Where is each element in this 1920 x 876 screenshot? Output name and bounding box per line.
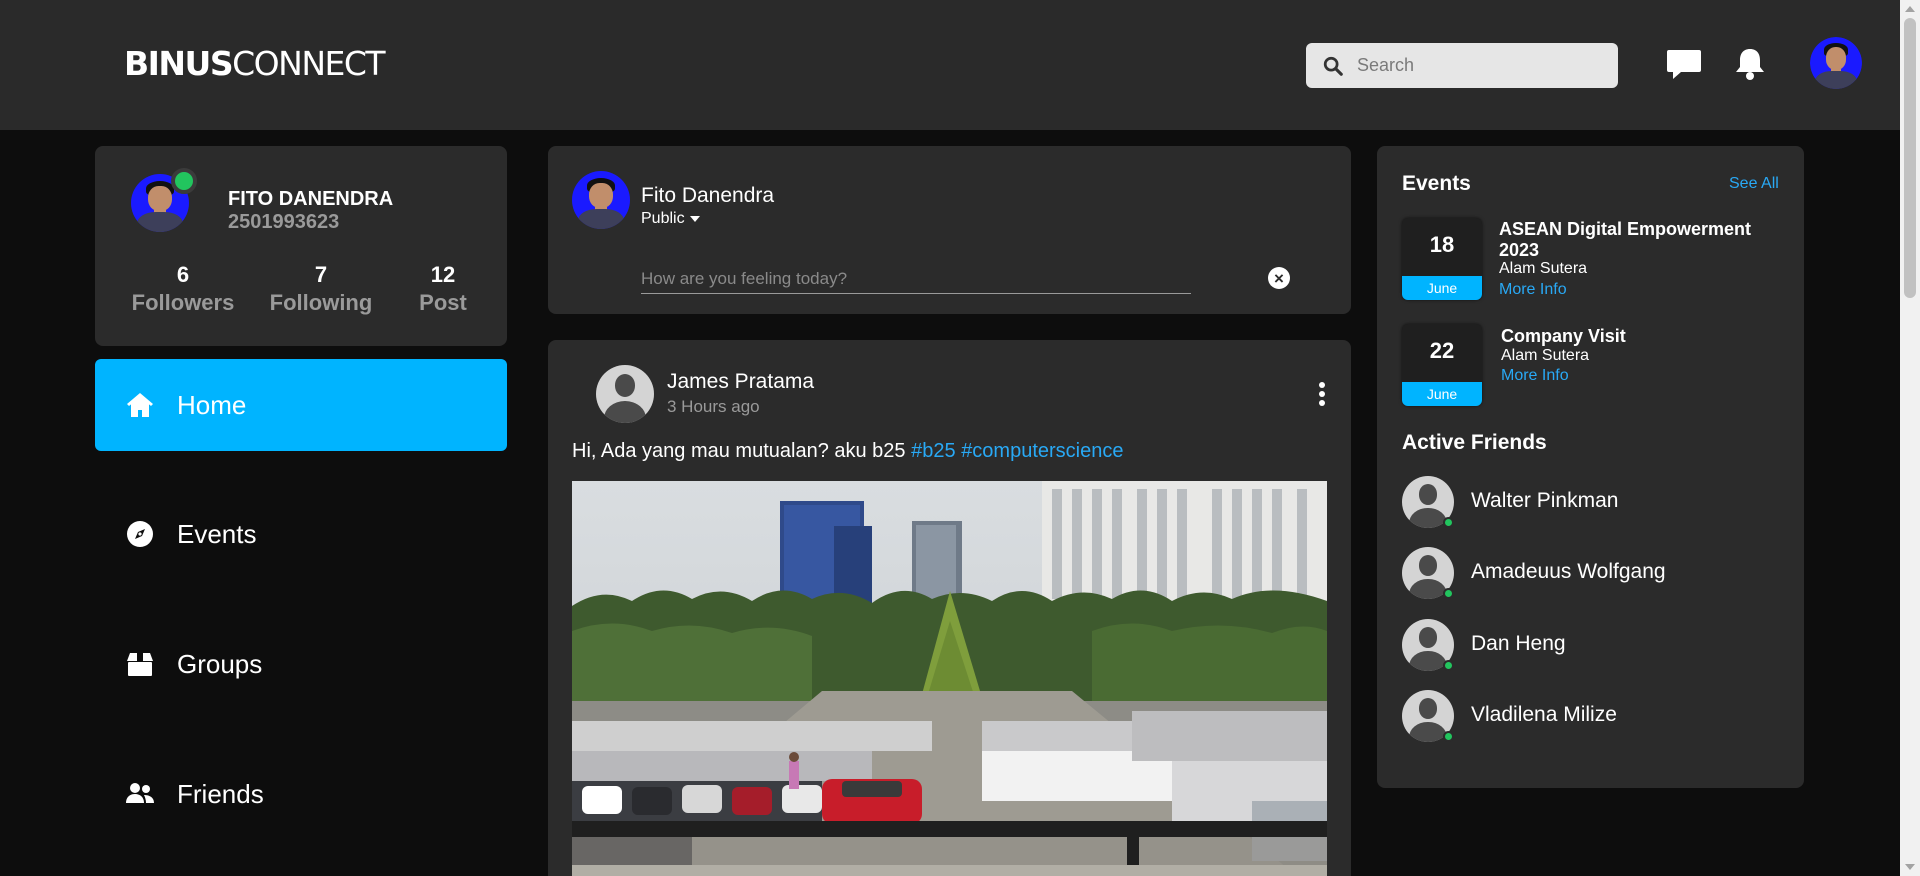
bell-icon[interactable] <box>1732 46 1768 82</box>
event-month: June <box>1402 382 1482 406</box>
caret-down-icon <box>689 216 700 222</box>
post-author-name[interactable]: James Pratama <box>667 370 814 394</box>
chat-icon[interactable] <box>1666 46 1702 82</box>
search-icon <box>1323 56 1343 76</box>
event-title[interactable]: ASEAN Digital Empowerment 2023 <box>1499 219 1789 261</box>
status-input[interactable] <box>641 264 1191 294</box>
online-status-indicator <box>1443 731 1454 742</box>
post-author-avatar[interactable] <box>596 365 654 423</box>
nav-label: Friends <box>177 778 264 809</box>
post-timestamp: 3 Hours ago <box>667 397 760 416</box>
logo[interactable]: BINUSCONNECT <box>124 44 386 83</box>
header-user-avatar[interactable] <box>1810 37 1862 89</box>
stat-value: 6 <box>176 262 190 287</box>
visibility-label: Public <box>641 210 685 227</box>
compass-icon <box>127 521 153 547</box>
event-title[interactable]: Company Visit <box>1501 326 1781 347</box>
right-sidebar: Events See All 18 June ASEAN Digital Emp… <box>1377 146 1804 788</box>
composer-name: Fito Danendra <box>641 184 775 207</box>
nav-item-events[interactable]: Events <box>95 488 507 580</box>
profile-name[interactable]: FITO DANENDRA <box>228 188 393 211</box>
event-date-badge: 22 June <box>1402 324 1482 406</box>
post-body-text: Hi, Ada yang mau mutualan? aku b25 <box>572 440 906 462</box>
nav-item-home[interactable]: Home <box>95 359 507 451</box>
online-status-indicator <box>1443 517 1454 528</box>
event-place: Alam Sutera <box>1501 347 1590 364</box>
clear-close-icon[interactable]: × <box>1268 267 1290 289</box>
page-scrollbar[interactable] <box>1900 0 1920 876</box>
stat-post[interactable]: 12 Post <box>408 262 478 316</box>
nav-item-groups[interactable]: Groups <box>95 618 507 710</box>
online-status-indicator <box>171 168 197 194</box>
profile-id: 2501993623 <box>228 211 340 233</box>
event-day: 22 <box>1429 338 1455 363</box>
friend-name: Dan Heng <box>1471 632 1566 655</box>
visibility-dropdown[interactable]: Public <box>641 210 700 228</box>
feed-post: James Pratama 3 Hours ago Hi, Ada yang m… <box>548 340 1351 876</box>
home-icon <box>127 393 153 417</box>
post-composer: Fito Danendra Public × <box>548 146 1351 314</box>
active-friend-item[interactable]: Amadeuus Wolfgang <box>1402 547 1782 599</box>
stat-following[interactable]: 7 Following <box>266 262 376 316</box>
top-navbar: BINUSCONNECT <box>0 0 1900 130</box>
box-icon <box>127 653 153 676</box>
online-status-indicator <box>1443 588 1454 599</box>
nav-item-friends[interactable]: Friends <box>95 748 507 840</box>
more-info-link[interactable]: More Info <box>1501 367 1569 385</box>
friend-name: Walter Pinkman <box>1471 489 1619 512</box>
active-friend-item[interactable]: Walter Pinkman <box>1402 476 1782 528</box>
logo-regular-text: CONNECT <box>232 44 385 83</box>
stat-value: 12 <box>430 262 456 287</box>
logo-bold-text: BINUS <box>124 44 234 83</box>
nav-label: Groups <box>177 648 263 679</box>
nav-label: Home <box>177 389 247 420</box>
event-day: 18 <box>1429 232 1455 257</box>
online-status-indicator <box>1443 660 1454 671</box>
event-date-badge: 18 June <box>1402 218 1482 300</box>
profile-card: FITO DANENDRA 2501993623 6 Followers 7 F… <box>95 146 507 346</box>
event-place: Alam Sutera <box>1499 260 1588 277</box>
hashtag-link[interactable]: #computerscience <box>961 440 1123 462</box>
composer-avatar <box>572 171 630 229</box>
friend-name: Vladilena Milize <box>1471 703 1617 726</box>
search-input[interactable] <box>1357 55 1597 76</box>
hashtag-link[interactable]: #b25 <box>911 440 956 462</box>
stat-label: Post <box>419 290 467 315</box>
events-heading: Events <box>1402 172 1471 195</box>
nav-label: Events <box>177 518 257 549</box>
stat-label: Followers <box>131 290 235 315</box>
more-info-link[interactable]: More Info <box>1499 281 1567 299</box>
active-friend-item[interactable]: Dan Heng <box>1402 619 1782 671</box>
active-friend-item[interactable]: Vladilena Milize <box>1402 690 1782 742</box>
users-icon <box>126 783 154 803</box>
event-month: June <box>1402 276 1482 300</box>
stat-value: 7 <box>314 262 328 287</box>
active-friends-heading: Active Friends <box>1402 431 1547 454</box>
search-box[interactable] <box>1306 43 1618 88</box>
post-image[interactable] <box>572 481 1327 876</box>
see-all-link[interactable]: See All <box>1729 175 1779 193</box>
post-text: Hi, Ada yang mau mutualan? aku b25 #b25 … <box>572 440 1124 463</box>
more-options-icon[interactable] <box>1318 382 1326 406</box>
scrollbar-thumb[interactable] <box>1904 18 1916 298</box>
stat-label: Following <box>269 290 373 315</box>
stat-followers[interactable]: 6 Followers <box>128 262 238 316</box>
friend-name: Amadeuus Wolfgang <box>1471 560 1666 583</box>
